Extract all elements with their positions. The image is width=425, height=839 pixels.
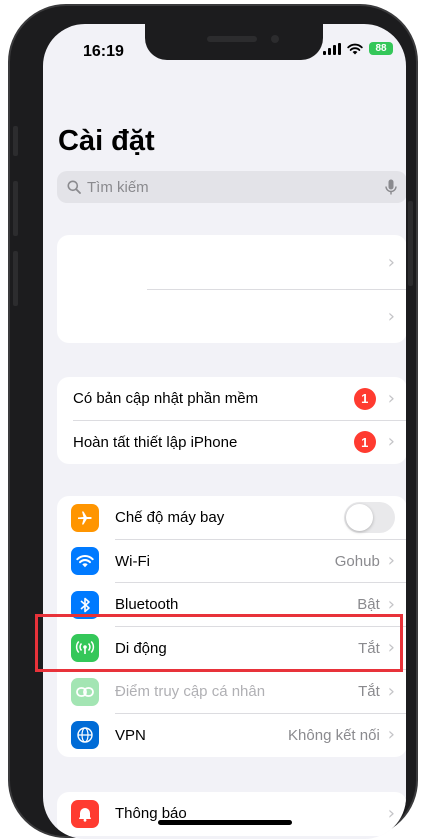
vpn-label: VPN	[115, 726, 146, 744]
bluetooth-label: Bluetooth	[115, 596, 179, 614]
notification-badge: 1	[353, 387, 376, 410]
wifi-row[interactable]: Wi-Fi Gohub ›	[57, 540, 406, 583]
bluetooth-row[interactable]: Bluetooth Bật ›	[57, 583, 406, 627]
bell-icon	[71, 799, 99, 828]
connectivity-group: Chế độ máy bay Wi-Fi Gohub › Bluetooth B…	[57, 496, 406, 757]
personal-hotspot-row[interactable]: Điểm truy cập cá nhân Tắt ›	[57, 670, 406, 714]
cellular-icon	[71, 634, 99, 663]
wifi-icon	[71, 547, 99, 576]
hotspot-icon	[71, 677, 99, 706]
airplane-mode-row[interactable]: Chế độ máy bay	[57, 496, 406, 540]
software-update-row[interactable]: Có bản cập nhật phần mềm 1 ›	[57, 377, 406, 421]
cellular-signal-icon	[323, 42, 341, 55]
battery-indicator: 88	[369, 42, 393, 55]
home-indicator[interactable]	[158, 820, 292, 825]
status-indicators: 88	[323, 42, 393, 55]
chevron-right-icon: ›	[387, 305, 395, 327]
vpn-row[interactable]: VPN Không kết nối ›	[57, 714, 406, 758]
chevron-right-icon: ›	[387, 593, 395, 615]
wifi-value: Gohub	[334, 552, 380, 570]
page-title: Cài đặt	[58, 125, 155, 157]
search-input[interactable]: Tìm kiếm	[87, 179, 385, 196]
airplane-mode-toggle[interactable]	[344, 502, 395, 534]
account-group: › ›	[57, 235, 406, 343]
vpn-icon	[71, 721, 99, 750]
power-button	[408, 201, 413, 286]
notifications-row[interactable]: Thông báo ›	[57, 792, 406, 836]
airplane-mode-label: Chế độ máy bay	[115, 509, 225, 527]
chevron-right-icon: ›	[387, 680, 395, 702]
chevron-right-icon: ›	[387, 724, 395, 746]
account-row[interactable]: ›	[57, 290, 406, 343]
camera-icon	[271, 35, 279, 43]
screen: 16:19 88 Cài đặt Tìm kiếm › › Có bản cập…	[43, 24, 406, 839]
personal-hotspot-label: Điểm truy cập cá nhân	[115, 683, 266, 701]
cellular-row[interactable]: Di động Tắt ›	[57, 627, 406, 670]
finish-setup-row[interactable]: Hoàn tất thiết lập iPhone 1 ›	[57, 421, 406, 465]
wifi-label: Wi-Fi	[115, 552, 150, 570]
notifications-group: Thông báo ›	[57, 792, 406, 836]
mute-switch	[13, 126, 18, 156]
account-row[interactable]: ›	[57, 235, 406, 290]
volume-up-button	[13, 181, 18, 236]
chevron-right-icon: ›	[387, 637, 395, 659]
personal-hotspot-value: Tắt	[358, 683, 380, 701]
speaker-grill	[207, 36, 257, 42]
notification-badge: 1	[353, 431, 376, 454]
search-bar[interactable]: Tìm kiếm	[57, 171, 406, 203]
microphone-icon[interactable]	[385, 179, 397, 196]
cellular-value: Tắt	[358, 639, 380, 657]
vpn-value: Không kết nối	[288, 726, 380, 744]
bluetooth-icon	[71, 590, 99, 619]
phone-frame: 16:19 88 Cài đặt Tìm kiếm › › Có bản cập…	[8, 4, 418, 839]
chevron-right-icon: ›	[387, 550, 395, 572]
airplane-icon	[71, 503, 99, 532]
software-update-label: Có bản cập nhật phần mềm	[73, 390, 259, 408]
chevron-right-icon: ›	[387, 431, 395, 453]
wifi-status-icon	[347, 43, 363, 54]
chevron-right-icon: ›	[387, 251, 395, 273]
search-icon	[67, 180, 81, 194]
volume-down-button	[13, 251, 18, 306]
chevron-right-icon: ›	[387, 387, 395, 409]
finish-setup-label: Hoàn tất thiết lập iPhone	[73, 433, 238, 451]
cellular-label: Di động	[115, 639, 167, 657]
status-time: 16:19	[83, 43, 124, 60]
bluetooth-value: Bật	[357, 596, 380, 614]
chevron-right-icon: ›	[387, 802, 395, 824]
updates-group: Có bản cập nhật phần mềm 1 › Hoàn tất th…	[57, 377, 406, 464]
notch	[145, 24, 323, 60]
